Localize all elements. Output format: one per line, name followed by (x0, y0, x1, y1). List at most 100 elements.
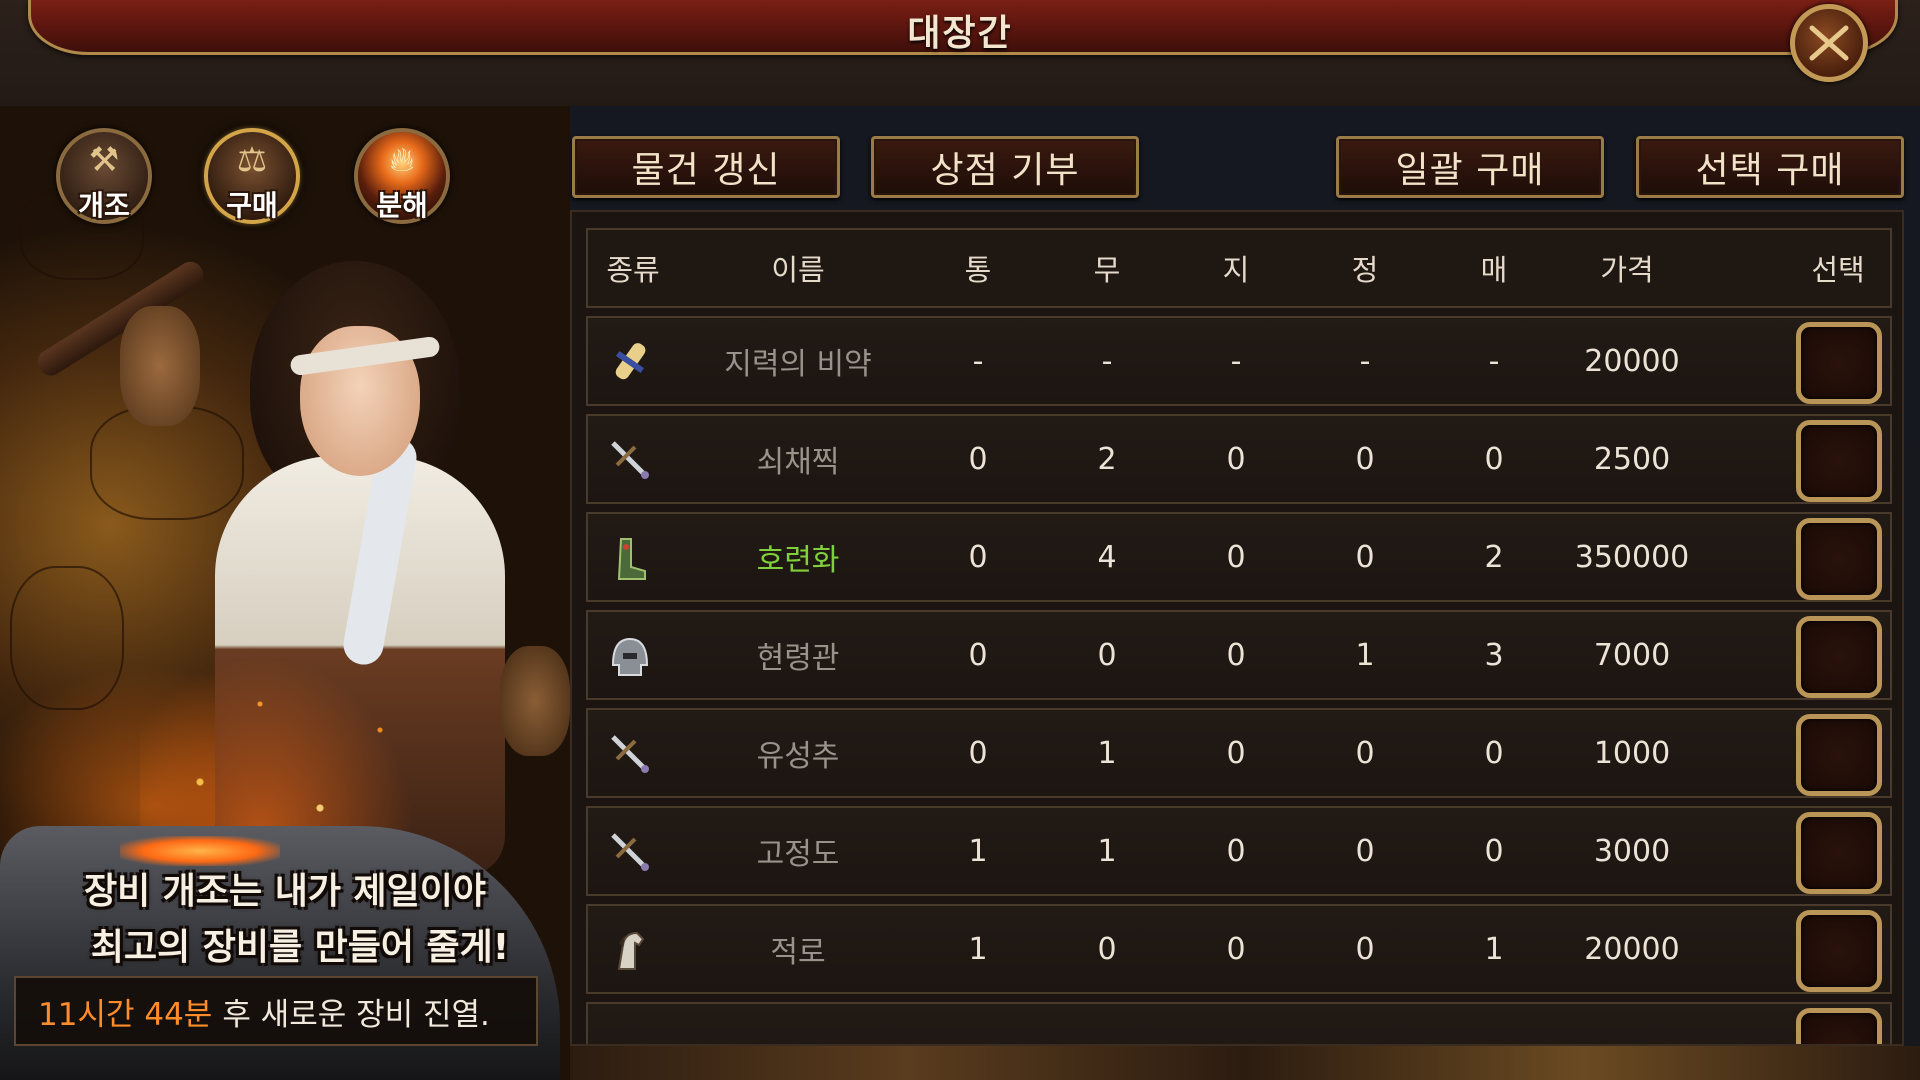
item-price: 20000 (1584, 931, 1680, 967)
scroll-icon (602, 334, 658, 390)
stat-jeong: - (1359, 343, 1371, 379)
menu-buy-label: 구매 (226, 189, 278, 222)
buy-all-button[interactable]: 일괄 구매 (1336, 136, 1604, 198)
item-price: 1000 (1593, 735, 1671, 771)
stat-ji: 0 (1226, 441, 1246, 477)
stat-tong: 1 (968, 833, 988, 869)
item-name: 현령관 (756, 641, 840, 676)
stat-tong: - (972, 343, 984, 379)
stat-mae: 2 (1484, 539, 1504, 575)
stat-mae: 3 (1484, 637, 1504, 673)
item-price: 7000 (1593, 637, 1671, 673)
header-ji: 지 (1222, 253, 1250, 287)
stat-tong: 0 (968, 539, 988, 575)
stat-mu: 0 (1097, 931, 1117, 967)
stat-ji: 0 (1226, 833, 1246, 869)
item-name: 호련화 (756, 543, 840, 578)
stat-mu: 4 (1097, 539, 1117, 575)
stat-tong: 0 (968, 735, 988, 771)
item-price: 20000 (1584, 343, 1680, 379)
shop-icon: ⚖ (236, 140, 268, 180)
stat-jeong: 0 (1355, 833, 1375, 869)
table-row[interactable]: 적로 1 0 0 0 1 20000 (586, 904, 1892, 994)
stat-jeong: 1 (1355, 637, 1375, 673)
timer-remaining: 11시간 44분 (38, 996, 213, 1033)
stat-mu: 2 (1097, 441, 1117, 477)
helmet-icon (602, 628, 658, 684)
item-price: 2500 (1593, 441, 1671, 477)
stat-mu: 1 (1097, 735, 1117, 771)
menu-modify-label: 개조 (78, 189, 130, 222)
menu-modify-button[interactable]: ⚒ 개조 (56, 128, 152, 224)
stat-jeong: 0 (1355, 441, 1375, 477)
header-mae: 매 (1480, 253, 1508, 287)
stat-jeong: 0 (1355, 735, 1375, 771)
table-row[interactable]: 지력의 비약 - - - - - 20000 (586, 316, 1892, 406)
shop-donate-button[interactable]: 상점 기부 (871, 136, 1139, 198)
table-row[interactable]: 쇠채찍 0 2 0 0 0 2500 (586, 414, 1892, 504)
header-select: 선택 (1811, 253, 1865, 287)
stat-tong: 0 (968, 441, 988, 477)
menu-disassemble-label: 분해 (376, 189, 428, 222)
character-glove (120, 306, 200, 426)
stat-ji: 0 (1226, 735, 1246, 771)
table-row[interactable]: 유성추 0 1 0 0 0 1000 (586, 708, 1892, 798)
select-checkbox[interactable] (1796, 420, 1882, 502)
stat-mae: 0 (1484, 441, 1504, 477)
stat-ji: 0 (1226, 931, 1246, 967)
stat-jeong: 0 (1355, 931, 1375, 967)
menu-disassemble-button[interactable]: 🔥︎ 분해 (354, 128, 450, 224)
select-checkbox[interactable] (1796, 1008, 1882, 1044)
select-checkbox[interactable] (1796, 910, 1882, 992)
hammer-icon: ⚒ (88, 140, 120, 180)
table-row[interactable]: 호련화 0 4 0 0 2 350000 (586, 512, 1892, 602)
item-list[interactable]: 종류 이름 통 무 지 정 매 가격 선택 지력의 비약 - - - - - 2… (570, 210, 1904, 1046)
header-tong: 통 (964, 253, 992, 287)
weapon-icon (602, 432, 658, 488)
stat-ji: - (1230, 343, 1242, 379)
stat-ji: 0 (1226, 539, 1246, 575)
stat-mu: 1 (1097, 833, 1117, 869)
boots-icon (602, 530, 658, 586)
stat-ji: 0 (1226, 637, 1246, 673)
table-header: 종류 이름 통 무 지 정 매 가격 선택 (586, 228, 1892, 308)
title-bar: 대장간 (0, 0, 1920, 106)
bottom-border (570, 1046, 1920, 1080)
weapon-icon (602, 726, 658, 782)
item-name: 적로 (770, 935, 826, 970)
select-checkbox[interactable] (1796, 616, 1882, 698)
stat-mu: 0 (1097, 637, 1117, 673)
window-title: 대장간 (907, 13, 1013, 54)
refresh-items-button[interactable]: 물건 갱신 (572, 136, 840, 198)
close-button[interactable] (1790, 4, 1868, 82)
header-mu: 무 (1093, 253, 1121, 287)
header-jeong: 정 (1351, 253, 1379, 287)
buy-selected-button[interactable]: 선택 구매 (1636, 136, 1904, 198)
select-checkbox[interactable] (1796, 812, 1882, 894)
header-type: 종류 (606, 253, 660, 287)
select-checkbox[interactable] (1796, 518, 1882, 600)
header-name: 이름 (771, 253, 825, 287)
menu-buy-button[interactable]: ⚖ 구매 (204, 128, 300, 224)
item-price: 350000 (1574, 539, 1690, 575)
wall-crack (10, 566, 124, 710)
table-row[interactable]: 고정도 1 1 0 0 0 3000 (586, 806, 1892, 896)
table-row[interactable] (586, 1002, 1892, 1044)
item-name: 유성추 (756, 739, 840, 774)
item-name: 쇠채찍 (756, 445, 840, 480)
stat-mae: - (1488, 343, 1500, 379)
stat-jeong: 0 (1355, 539, 1375, 575)
select-checkbox[interactable] (1796, 714, 1882, 796)
item-name: 고정도 (756, 837, 840, 872)
horse-icon (602, 922, 658, 978)
timer-text: 후 새로운 장비 진열. (222, 996, 490, 1033)
item-name: 지력의 비약 (724, 347, 872, 382)
character-glove (500, 646, 570, 756)
fire-icon: 🔥︎ (389, 140, 415, 180)
table-row[interactable]: 현령관 0 0 0 1 3 7000 (586, 610, 1892, 700)
select-checkbox[interactable] (1796, 322, 1882, 404)
weapon-icon (602, 824, 658, 880)
slogan-line-2: 최고의 장비를 만들어 줄게! (90, 927, 510, 968)
restock-timer: 11시간 44분 후 새로운 장비 진열. (14, 976, 538, 1046)
stat-mae: 0 (1484, 833, 1504, 869)
